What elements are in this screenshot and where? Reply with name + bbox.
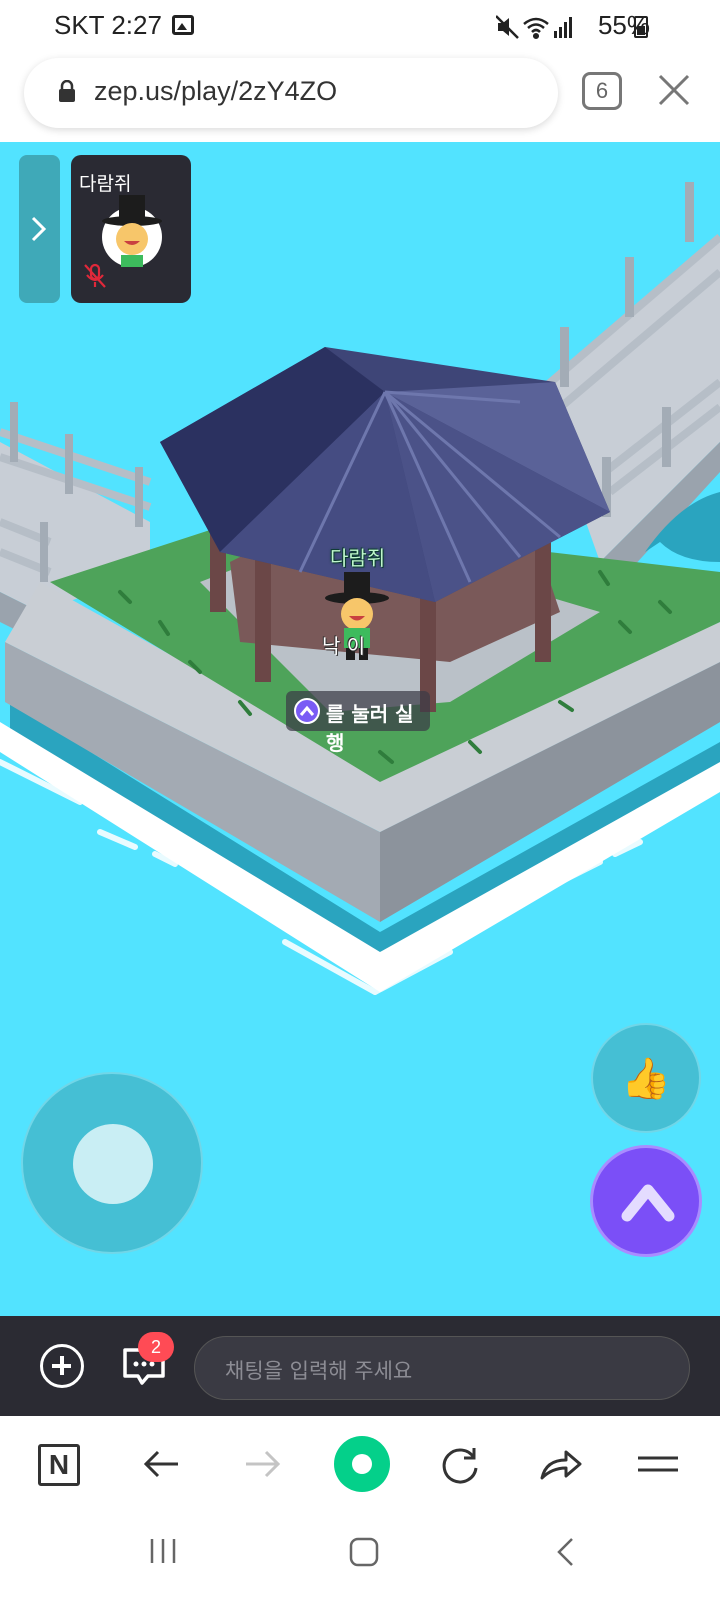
like-button[interactable]: 👍: [591, 1023, 701, 1133]
chat-input-placeholder: 채팅을 입력해 주세요: [225, 1359, 413, 1383]
url-text: zep.us/play/2zY4ZO: [94, 76, 338, 106]
battery-icon: [634, 16, 648, 38]
wifi-icon: [523, 17, 549, 40]
mic-off-icon: [84, 263, 106, 288]
naver-green-dot-button[interactable]: [334, 1436, 390, 1492]
action-hint: 를 눌러 실행: [286, 691, 430, 755]
action-key-icon: [294, 698, 320, 724]
back-icon[interactable]: [554, 1536, 578, 1568]
unread-count-badge: 2: [138, 1332, 174, 1362]
home-icon[interactable]: [348, 1536, 380, 1568]
avatar: [102, 195, 162, 267]
game-canvas[interactable]: 다람쥐 다람쥐 낙 이 를 눌러 실행 👍: [0, 142, 720, 1316]
menu-icon[interactable]: [634, 1440, 682, 1488]
chat-input[interactable]: 채팅을 입력해 주세요: [194, 1336, 690, 1400]
thumbs-up-icon: 👍: [621, 1056, 671, 1102]
address-field[interactable]: zep.us/play/2zY4ZO: [24, 58, 558, 128]
npc-label: 낙 이: [322, 634, 366, 658]
signal-icon: [554, 17, 572, 38]
naver-home-button[interactable]: N: [38, 1444, 80, 1486]
action-button[interactable]: [590, 1145, 702, 1257]
tab-count-button[interactable]: 6: [582, 72, 622, 110]
gallery-notification-icon: [172, 15, 194, 35]
joystick[interactable]: [21, 1072, 203, 1254]
forward-arrow-icon: [246, 1450, 281, 1478]
lock-icon: [59, 80, 75, 102]
browser-url-bar: zep.us/play/2zY4ZO 6: [0, 52, 720, 142]
carrier-time: SKT 2:27: [54, 10, 162, 40]
refresh-icon[interactable]: [436, 1440, 484, 1488]
mute-icon: [496, 15, 519, 39]
close-icon[interactable]: [654, 70, 694, 110]
player-nametag: 다람쥐: [330, 546, 386, 570]
share-icon[interactable]: [536, 1440, 584, 1488]
status-bar: SKT 2:27 55%: [0, 0, 720, 52]
action-hint-text: 를 눌러 실행: [326, 702, 414, 755]
add-button[interactable]: [40, 1344, 84, 1388]
player-video-card[interactable]: 다람쥐: [71, 155, 191, 303]
chat-bar: 2 채팅을 입력해 주세요: [0, 1316, 720, 1416]
sidebar-toggle-button[interactable]: [19, 155, 60, 303]
chevron-up-icon: [621, 1184, 675, 1222]
recent-apps-icon[interactable]: [148, 1536, 178, 1566]
browser-toolbar: N: [0, 1416, 720, 1512]
joystick-knob[interactable]: [73, 1124, 153, 1204]
back-arrow-icon[interactable]: [138, 1440, 186, 1488]
chevron-right-icon: [31, 216, 47, 242]
system-navigation-bar: [0, 1512, 720, 1600]
